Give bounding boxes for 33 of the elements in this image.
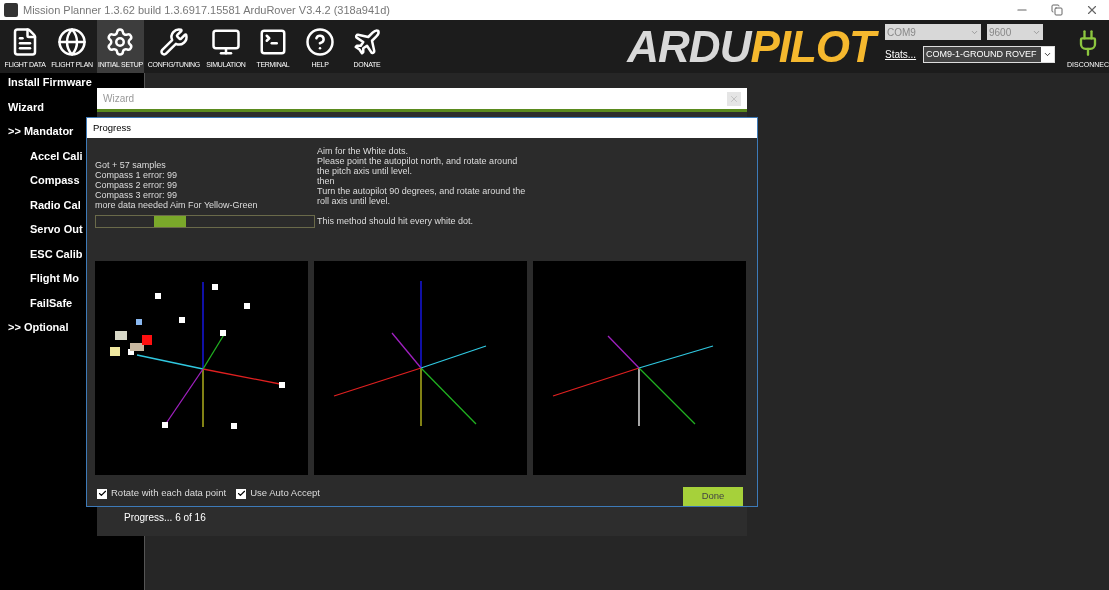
wizard-progress-text: Progress... 6 of 16 <box>124 512 206 523</box>
checkbox-label: Rotate with each data point <box>111 486 227 501</box>
sidebar-item[interactable]: Accel Cali <box>30 149 83 163</box>
instruction-note: This method should hit every white dot. <box>317 215 475 226</box>
wizard-title: Wizard <box>103 92 135 106</box>
sidebar-item[interactable]: Radio Cal <box>30 198 81 212</box>
sidebar-item[interactable]: >> Optional <box>8 321 69 335</box>
status-line: Compass 3 error: 99 <box>95 189 179 200</box>
sidebar-item[interactable]: >> Mandator <box>8 125 74 139</box>
instruction-line: Turn the autopilot 90 degrees, and rotate around the <box>317 185 526 196</box>
dialog-title: Progress <box>93 120 131 135</box>
checkbox-label: Use Auto Accept <box>250 486 320 501</box>
stats-link[interactable]: Stats... <box>885 47 917 62</box>
sidebar-item[interactable]: ESC Calib <box>30 247 83 261</box>
instruction-line: then <box>317 175 335 186</box>
status-line: Got + 57 samples <box>95 159 167 170</box>
done-button[interactable]: Done <box>683 487 743 506</box>
sidebar-item[interactable]: Install Firmware <box>8 76 92 90</box>
ardupilot-logo: ARDUPILOT <box>627 20 885 73</box>
connection-dropdown[interactable]: COM9-1-GROUND ROVEF <box>923 46 1056 63</box>
sidebar-item[interactable]: FailSafe <box>30 296 73 310</box>
sidebar-item[interactable]: Compass <box>30 174 80 188</box>
instruction-line: the pitch axis until level. <box>317 165 413 176</box>
window-title: Mission Planner 1.3.62 build 1.3.6917.15581 ArduRover V3.4.2 (318a941d) <box>23 2 390 18</box>
sidebar-item[interactable]: Wizard <box>8 100 44 114</box>
instruction-line: roll axis until level. <box>317 195 392 206</box>
instruction-line: Please point the autopilot north, and rotate around <box>317 155 519 166</box>
status-line: Compass 2 error: 99 <box>95 179 179 190</box>
sidebar-item[interactable]: Flight Mo <box>30 272 79 286</box>
sidebar-item[interactable]: Servo Out <box>30 223 83 237</box>
status-line: Compass 1 error: 99 <box>95 169 179 180</box>
instruction-line: Aim for the White dots. <box>317 145 410 156</box>
status-line: more data needed Aim For Yellow-Green <box>95 199 259 210</box>
